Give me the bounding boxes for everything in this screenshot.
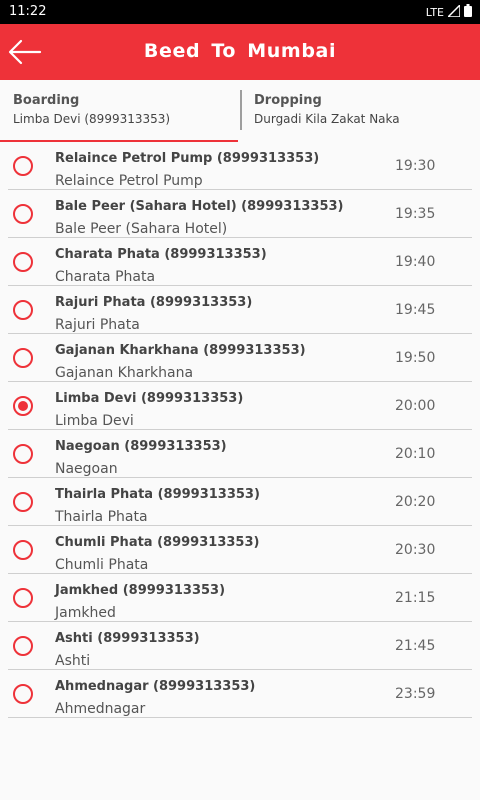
stop-row[interactable]: Chumli Phata (8999313353) Chumli Phata 20:…: [0, 526, 480, 574]
stop-time: 19:45: [395, 302, 436, 318]
stop-row[interactable]: Charata Phata (8999313353) Charata Phata 1…: [0, 238, 480, 286]
radio-button[interactable]: [13, 540, 33, 560]
stop-subtitle: Jamkhed: [55, 605, 116, 621]
radio-button[interactable]: [13, 348, 33, 368]
tab-dropping-value: Durgadi Kila Zakat Naka: [254, 112, 400, 126]
stop-row[interactable]: Ahmednagar (8999313353) Ahmednagar 23:59: [0, 670, 480, 718]
status-time: 11:22: [9, 4, 47, 19]
stop-title: Relaince Petrol Pump (8999313353): [55, 151, 320, 166]
radio-button[interactable]: [13, 684, 33, 704]
stop-title: Thairla Phata (8999313353): [55, 487, 260, 502]
stop-title: Naegoan (8999313353): [55, 439, 227, 454]
signal-icon: [446, 2, 461, 20]
status-icons: LTE: [425, 2, 472, 20]
stop-row[interactable]: Rajuri Phata (8999313353) Rajuri Phata 19:…: [0, 286, 480, 334]
stop-row[interactable]: Bale Peer (Sahara Hotel) (8999313353) Bal…: [0, 190, 480, 238]
stop-row[interactable]: Relaince Petrol Pump (8999313353) Relainc…: [0, 142, 480, 190]
tab-dropping-label: Dropping: [254, 93, 322, 108]
stop-subtitle: Limba Devi: [55, 413, 134, 429]
radio-button[interactable]: [13, 300, 33, 320]
stop-time: 20:30: [395, 542, 436, 558]
stop-time: 19:35: [395, 206, 436, 222]
stop-subtitle: Gajanan Kharkhana: [55, 365, 194, 381]
app-bar: Beed To Mumbai: [0, 24, 480, 80]
stop-title: Charata Phata (8999313353): [55, 247, 267, 262]
radio-selected-dot: [18, 401, 28, 411]
stop-time: 20:20: [395, 494, 436, 510]
radio-button[interactable]: [13, 252, 33, 272]
radio-button[interactable]: [13, 156, 33, 176]
stop-row[interactable]: Limba Devi (8999313353) Limba Devi 20:00: [0, 382, 480, 430]
stop-row[interactable]: Ashti (8999313353) Ashti 21:45: [0, 622, 480, 670]
stop-title: Gajanan Kharkhana (8999313353): [55, 343, 306, 358]
stop-time: 20:00: [395, 398, 436, 414]
stop-subtitle: Rajuri Phata: [55, 317, 140, 333]
stop-title: Ahmednagar (8999313353): [55, 679, 256, 694]
page-title: Beed To Mumbai: [143, 40, 337, 62]
radio-button[interactable]: [13, 204, 33, 224]
stop-time: 21:45: [395, 638, 436, 654]
stop-time: 19:30: [395, 158, 436, 174]
stop-subtitle: Thairla Phata: [55, 509, 148, 525]
stop-row[interactable]: Gajanan Kharkhana (8999313353) Gajanan Kh…: [0, 334, 480, 382]
stop-title: Chumli Phata (8999313353): [55, 535, 260, 550]
stop-time: 21:15: [395, 590, 436, 606]
stop-row[interactable]: Thairla Phata (8999313353) Thairla Phata 2…: [0, 478, 480, 526]
radio-button[interactable]: [13, 588, 33, 608]
stop-title: Bale Peer (Sahara Hotel) (8999313353): [55, 199, 344, 214]
tab-boarding-label: Boarding: [13, 93, 80, 108]
stop-title: Ashti (8999313353): [55, 631, 200, 646]
stop-row[interactable]: Jamkhed (8999313353) Jamkhed 21:15: [0, 574, 480, 622]
radio-button[interactable]: [13, 444, 33, 464]
radio-button[interactable]: [13, 492, 33, 512]
stop-title: Limba Devi (8999313353): [55, 391, 244, 406]
stop-time: 23:59: [395, 686, 436, 702]
network-type: LTE: [425, 5, 444, 19]
stop-list: Relaince Petrol Pump (8999313353) Relainc…: [0, 142, 480, 718]
stop-subtitle: Naegoan: [55, 461, 118, 477]
stop-row[interactable]: Naegoan (8999313353) Naegoan 20:10: [0, 430, 480, 478]
tab-boarding-value: Limba Devi (8999313353): [13, 112, 171, 126]
stop-subtitle: Relaince Petrol Pump: [55, 173, 203, 189]
stop-title: Rajuri Phata (8999313353): [55, 295, 253, 310]
stop-time: 19:50: [395, 350, 436, 366]
tab-dropping[interactable]: Dropping Durgadi Kila Zakat Naka: [241, 80, 480, 142]
tab-boarding[interactable]: Boarding Limba Devi (8999313353): [0, 80, 238, 142]
stop-subtitle: Charata Phata: [55, 269, 156, 285]
stop-subtitle: Bale Peer (Sahara Hotel): [55, 221, 228, 237]
battery-icon: [464, 4, 472, 20]
stop-time: 19:40: [395, 254, 436, 270]
status-bar: 11:22 LTE: [0, 0, 480, 24]
stop-time: 20:10: [395, 446, 436, 462]
stop-title: Jamkhed (8999313353): [55, 583, 226, 598]
stop-subtitle: Ahmednagar: [55, 701, 146, 717]
row-divider: [8, 717, 472, 718]
tab-divider: [240, 90, 242, 130]
stop-subtitle: Ashti: [55, 653, 91, 669]
radio-button[interactable]: [13, 636, 33, 656]
radio-button[interactable]: [13, 396, 33, 416]
stop-subtitle: Chumli Phata: [55, 557, 149, 573]
